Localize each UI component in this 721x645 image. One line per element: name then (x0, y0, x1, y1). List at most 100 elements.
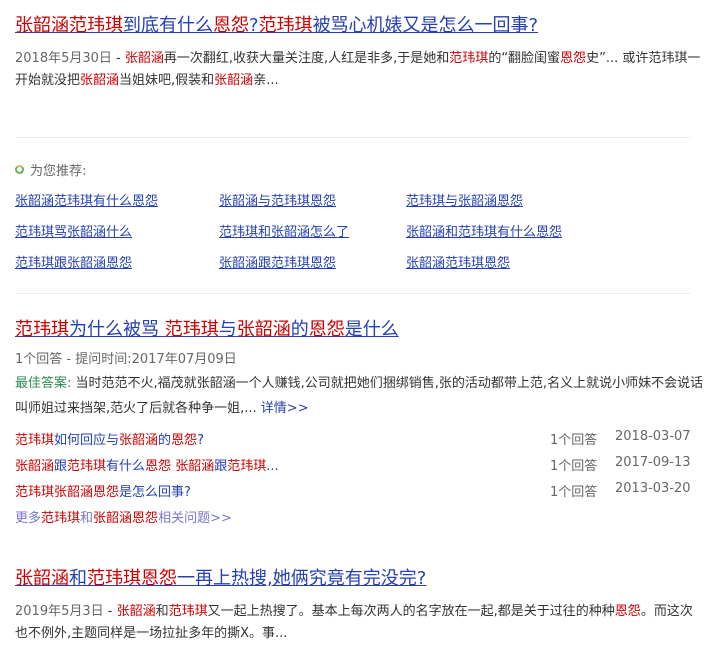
text-segment: 和 (155, 604, 169, 619)
result-3-abstract: 2019年5月3日 - 张韶涵和范玮琪又一起上热搜了。基本上每次两人的名字放在一… (15, 601, 705, 645)
highlight-text: 范玮琪 (67, 459, 107, 474)
highlight-text: 范玮琪 (168, 604, 208, 619)
answer-count: 1个回答 (550, 459, 598, 474)
divider (15, 137, 690, 138)
recommend-link[interactable]: 张韶涵范玮琪恩怨 (406, 252, 510, 271)
recommend-ring-icon (15, 165, 24, 174)
question-date: 2013-03-20 (615, 481, 691, 496)
highlight-text: 范玮琪 (15, 319, 69, 340)
result-1: 张韶涵范玮琪到底有什么恩怨?范玮琪被骂心机婊又是怎么一回事? 2018年5月30… (15, 14, 705, 92)
recommend-link[interactable]: 张韶涵跟范玮琪恩怨 (219, 252, 336, 271)
highlight-text: 张韶涵 (214, 73, 254, 88)
recommend-link[interactable]: 范玮琪和张韶涵怎么了 (219, 221, 349, 240)
highlight-text: 范玮琪 (87, 568, 141, 589)
highlight-text: 范玮琪 (258, 15, 313, 36)
recommend-grid: 张韶涵范玮琪有什么恩怨 张韶涵与范玮琪恩怨 范玮琪与张韶涵恩怨 范玮琪骂张韶涵什… (15, 190, 705, 283)
highlight-text: 张韶涵 (116, 604, 156, 619)
result-1-abstract-text: - 张韶涵再一次翻红,收获大量关注度,人红是非多,于是她和范玮琪的“翻脸闺蜜恩怨… (15, 51, 700, 88)
text-segment: 有什么 (106, 459, 146, 474)
text-segment: 是什么 (344, 319, 399, 340)
text-segment: 与 (218, 319, 237, 340)
text-segment: 跟 (54, 459, 68, 474)
question-row: 范玮琪如何回应与张韶涵的恩怨? 1个回答 2018-03-07 (15, 429, 705, 455)
text-segment: 为什么被骂 (69, 319, 165, 340)
recommend-link[interactable]: 范玮琪骂张韶涵什么 (15, 221, 132, 240)
highlight-text: 范玮琪 (164, 319, 219, 340)
text-segment: 和 (80, 511, 94, 526)
related-questions: 范玮琪如何回应与张韶涵的恩怨? 1个回答 2018-03-07 张韶涵跟范玮琪有… (15, 429, 705, 507)
text-segment: - (103, 604, 117, 619)
search-results-page: 张韶涵范玮琪到底有什么恩怨?范玮琪被骂心机婊又是怎么一回事? 2018年5月30… (0, 0, 721, 645)
text-segment: 又一起上热搜了。基本上每次两人的名字放在一起,都是关于过往的种种 (207, 604, 615, 619)
recommend-heading: 为您推荐: (15, 160, 86, 179)
highlight-text: 张韶涵 (15, 459, 55, 474)
recommend-link[interactable]: 张韶涵范玮琪有什么恩怨 (15, 190, 158, 209)
question-link[interactable]: 范玮琪如何回应与张韶涵的恩怨? (15, 429, 204, 448)
result-3-date: 2019年5月3日 (15, 604, 104, 619)
result-3-title[interactable]: 张韶涵和范玮琪恩怨一再上热搜,她俩究竟有完没完? (15, 567, 705, 591)
highlight-text: 张韶涵范玮琪 (15, 15, 123, 36)
highlight-text: 张韶涵 (236, 319, 291, 340)
highlight-text: 范玮琪 (15, 433, 55, 448)
question-link[interactable]: 范玮琪张韶涵恩怨是怎么回事? (15, 481, 191, 500)
result-1-title[interactable]: 张韶涵范玮琪到底有什么恩怨?范玮琪被骂心机婊又是怎么一回事? (15, 14, 705, 38)
answer-count: 1个回答 (550, 485, 598, 500)
highlight-text: 张韶涵 (15, 568, 69, 589)
recommend-link[interactable]: 范玮琪跟张韶涵恩怨 (15, 252, 132, 271)
result-1-date: 2018年5月30日 (15, 51, 112, 66)
text-segment: 如何回应与 (54, 433, 120, 448)
recommend-link[interactable]: 张韶涵与范玮琪恩怨 (219, 190, 336, 209)
text-segment: - (111, 51, 125, 66)
text-segment: 当时范范不火,福茂就 (71, 376, 197, 391)
text-segment: 和 (69, 568, 87, 589)
result-3-abstract-text: - 张韶涵和范玮琪又一起上热搜了。基本上每次两人的名字放在一起,都是关于过往的种… (15, 604, 693, 641)
recommend-link[interactable]: 张韶涵和范玮琪有什么恩怨 (406, 221, 562, 240)
text-segment: ? (197, 433, 204, 448)
text-segment: 被骂心机婊又是怎么一回事? (312, 15, 539, 36)
highlight-text: 张韶涵 (119, 433, 159, 448)
highlight-text: 张韶涵 (124, 51, 164, 66)
result-2-best-answer: 最佳答案: 当时范范不火,福茂就张韶涵一个人赚钱,公司就把她们捆绑销售,张的活动… (15, 371, 705, 421)
detail-link[interactable]: 详情>> (261, 401, 309, 416)
result-2-meta: 1个回答 - 提问时间:2017年07月09日 (15, 352, 237, 367)
recommend-heading-label: 为您推荐: (30, 164, 87, 179)
answer-count: 1个回答 (550, 433, 598, 448)
question-date: 2018-03-07 (615, 429, 691, 444)
highlight-text: 张韶涵 (196, 376, 236, 391)
highlight-text: 张韶涵 (175, 459, 215, 474)
result-2: 范玮琪为什么被骂 范玮琪与张韶涵的恩怨是什么 1个回答 - 提问时间:2017年… (15, 318, 705, 526)
highlight-text: 范玮琪张韶涵恩怨 (15, 485, 120, 500)
result-2-title[interactable]: 范玮琪为什么被骂 范玮琪与张韶涵的恩怨是什么 (15, 318, 705, 342)
divider (15, 293, 690, 294)
text-segment: 亲... (253, 73, 279, 88)
text-segment: 到底有什么 (123, 15, 213, 36)
more-questions-link[interactable]: 更多范玮琪和张韶涵恩怨相关问题>> (15, 507, 705, 526)
question-row: 张韶涵跟范玮琪有什么恩怨 张韶涵跟范玮琪... 1个回答 2017-09-13 (15, 455, 705, 481)
highlight-text: 恩怨 (171, 433, 198, 448)
text-segment: 更多 (15, 511, 42, 526)
result-1-abstract: 2018年5月30日 - 张韶涵再一次翻红,收获大量关注度,人红是非多,于是她和… (15, 48, 705, 92)
highlight-text: 张韶涵恩怨 (93, 511, 159, 526)
highlight-text: 恩怨 (560, 51, 587, 66)
question-link[interactable]: 张韶涵跟范玮琪有什么恩怨 张韶涵跟范玮琪... (15, 455, 279, 474)
best-answer-text: 当时范范不火,福茂就张韶涵一个人赚钱,公司就把她们捆绑销售,张的活动都带上范,名… (15, 376, 703, 416)
highlight-text: 恩怨 (308, 319, 345, 340)
highlight-text: 恩怨 (213, 15, 249, 36)
highlight-text: 恩怨 (614, 604, 641, 619)
text-segment: 是怎么回事? (119, 485, 191, 500)
text-segment: 相关问题>> (158, 511, 232, 526)
recommend-link[interactable]: 范玮琪与张韶涵恩怨 (406, 190, 523, 209)
highlight-text: 范玮琪 (227, 459, 267, 474)
text-segment: 一再上热搜,她俩究竟有完没完? (177, 568, 427, 589)
text-segment: 当姐妹吧,假装和 (119, 73, 215, 88)
text-segment: 再一次翻红,收获大量关注度,人红是非多,于是她和 (163, 51, 450, 66)
highlight-text: 恩怨 (141, 568, 177, 589)
text-segment: 的 (290, 319, 309, 340)
text-segment: 的“翻脸闺蜜 (488, 51, 561, 66)
text-segment: 跟 (214, 459, 228, 474)
recommend-row: 范玮琪跟张韶涵恩怨 张韶涵跟范玮琪恩怨 张韶涵范玮琪恩怨 (15, 252, 705, 283)
highlight-text: 恩怨 (145, 459, 172, 474)
text-segment: ? (249, 15, 259, 36)
best-answer-label: 最佳答案: (15, 376, 72, 391)
highlight-text: 范玮琪 (41, 511, 81, 526)
